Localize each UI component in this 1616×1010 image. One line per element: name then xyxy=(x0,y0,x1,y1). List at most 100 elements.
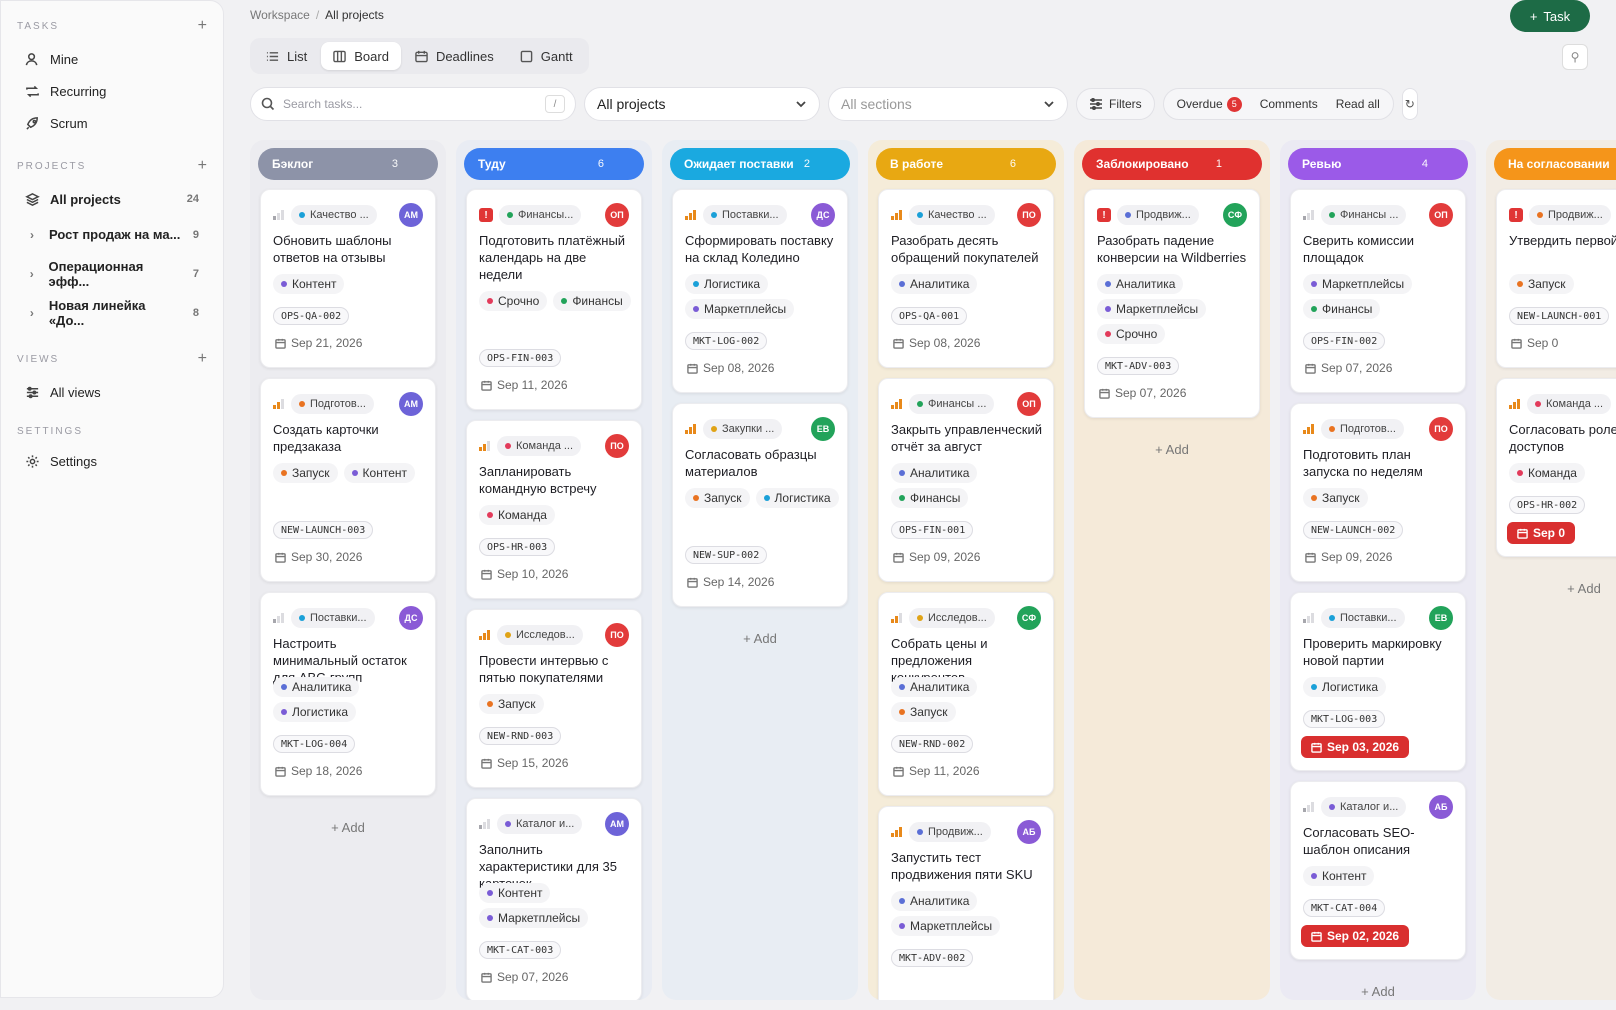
avatar[interactable]: ПО xyxy=(1429,417,1453,441)
avatar[interactable]: ЕВ xyxy=(811,417,835,441)
column-header[interactable]: На согласовании xyxy=(1494,148,1616,180)
task-card[interactable]: Финансы ... ОП Закрыть управленческий отчё… xyxy=(878,378,1054,582)
project-pill[interactable]: Финансы ... xyxy=(909,394,995,414)
sidebar-item-scrum[interactable]: Scrum xyxy=(17,107,207,139)
breadcrumb-workspace[interactable]: Workspace xyxy=(250,8,310,22)
sidebar-item-settings[interactable]: Settings xyxy=(17,445,207,477)
add-card-button[interactable]: + Add xyxy=(1280,984,1476,999)
project-pill[interactable]: Команда ... xyxy=(1527,394,1612,414)
project-pill[interactable]: Подготов... xyxy=(1321,419,1404,439)
column-header[interactable]: Туду 6 xyxy=(464,148,644,180)
project-pill[interactable]: Продвиж... xyxy=(1117,205,1199,225)
filters-button[interactable]: Filters xyxy=(1076,88,1155,120)
task-card[interactable]: ! Продвиж... Утвердить первой волны Запуск N… xyxy=(1496,189,1616,368)
sidebar-item-all-views[interactable]: All views xyxy=(17,376,207,408)
task-card[interactable]: Продвиж... АБ Запустить тест продвижения п… xyxy=(878,806,1054,1000)
avatar[interactable]: ДС xyxy=(399,606,423,630)
overdue-filter[interactable]: Overdue 5 xyxy=(1168,96,1251,112)
task-card[interactable]: Команда ... ПО Запланировать командную вст… xyxy=(466,420,642,599)
avatar[interactable]: АМ xyxy=(399,392,423,416)
task-card[interactable]: Каталог и... АБ Согласовать SEO-шаблон опи… xyxy=(1290,781,1466,960)
project-pill[interactable]: Поставки... xyxy=(703,205,787,225)
tag-list: Запуск xyxy=(479,694,633,714)
project-pill[interactable]: Поставки... xyxy=(1321,608,1405,628)
avatar[interactable]: ОП xyxy=(1429,203,1453,227)
column-header[interactable]: Бэклог 3 xyxy=(258,148,438,180)
project-pill[interactable]: Подготов... xyxy=(291,394,374,414)
avatar[interactable]: АБ xyxy=(1429,795,1453,819)
sidebar-item-project[interactable]: › Рост продаж на ма... 9 xyxy=(17,215,207,254)
task-card[interactable]: Качество ... ПО Разобрать десять обращений… xyxy=(878,189,1054,368)
add-card-button[interactable]: + Add xyxy=(1074,442,1270,457)
task-card[interactable]: Подготов... АМ Создать карточки предзаказа… xyxy=(260,378,436,582)
card-title: Сверить комиссии площадок xyxy=(1303,233,1414,265)
add-card-button[interactable]: + Add xyxy=(1486,581,1616,596)
search-input[interactable] xyxy=(283,97,537,111)
avatar[interactable]: ОП xyxy=(1017,392,1041,416)
task-card[interactable]: Команда ... Согласовать ролей и доступов К… xyxy=(1496,378,1616,557)
new-task-button[interactable]: + Task xyxy=(1510,0,1590,32)
add-project-icon[interactable]: + xyxy=(198,157,207,175)
sidebar-item-mine[interactable]: Mine xyxy=(17,43,207,75)
task-card[interactable]: Поставки... ДС Сформировать поставку на ск… xyxy=(672,189,848,393)
task-card[interactable]: Исследов... ПО Провести интервью с пятью п… xyxy=(466,609,642,788)
sidebar-item-recurring[interactable]: Recurring xyxy=(17,75,207,107)
sidebar-item-all-projects[interactable]: All projects 24 xyxy=(17,183,207,215)
avatar[interactable]: АМ xyxy=(605,812,629,836)
task-card[interactable]: Закупки ... ЕВ Согласовать образцы материа… xyxy=(672,403,848,607)
tab-board[interactable]: Board xyxy=(321,42,401,70)
task-card[interactable]: Исследов... СФ Собрать цены и предложения … xyxy=(878,592,1054,796)
project-pill[interactable]: Каталог и... xyxy=(1321,797,1407,817)
add-task-list-icon[interactable]: + xyxy=(198,17,207,35)
add-card-button[interactable]: + Add xyxy=(250,820,446,835)
column-header[interactable]: В работе 6 xyxy=(876,148,1056,180)
project-select[interactable]: All projects xyxy=(584,87,820,121)
task-card[interactable]: ! Продвиж... СФ Разобрать падение конверсии… xyxy=(1084,189,1260,418)
avatar[interactable]: ЕВ xyxy=(1429,606,1453,630)
task-card[interactable]: Финансы ... ОП Сверить комиссии площадок Ма… xyxy=(1290,189,1466,393)
project-pill[interactable]: Каталог и... xyxy=(497,814,583,834)
project-pill[interactable]: Исследов... xyxy=(909,608,995,628)
task-card[interactable]: Каталог и... АМ Заполнить характеристики д… xyxy=(466,798,642,1000)
avatar[interactable]: СФ xyxy=(1017,606,1041,630)
task-card[interactable]: Поставки... ДС Настроить минимальный остат… xyxy=(260,592,436,796)
sidebar-item-project[interactable]: › Новая линейка «До... 8 xyxy=(17,293,207,332)
read-all-button[interactable]: Read all xyxy=(1327,97,1389,111)
task-card[interactable]: Поставки... ЕВ Проверить маркировку новой … xyxy=(1290,592,1466,771)
project-pill[interactable]: Продвиж... xyxy=(1529,205,1611,225)
project-pill[interactable]: Качество ... xyxy=(909,205,995,225)
project-pill[interactable]: Финансы ... xyxy=(1321,205,1407,225)
avatar[interactable]: АМ xyxy=(399,203,423,227)
avatar[interactable]: ПО xyxy=(1017,203,1041,227)
task-card[interactable]: Качество ... АМ Обновить шаблоны ответов н… xyxy=(260,189,436,368)
section-select[interactable]: All sections xyxy=(828,87,1068,121)
column-header[interactable]: Ожидает поставки 2 xyxy=(670,148,850,180)
avatar[interactable]: ДС xyxy=(811,203,835,227)
project-pill[interactable]: Исследов... xyxy=(497,625,583,645)
tab-deadlines[interactable]: Deadlines xyxy=(403,42,506,70)
project-pill[interactable]: Качество ... xyxy=(291,205,377,225)
avatar[interactable]: ПО xyxy=(605,623,629,647)
avatar[interactable]: ОП xyxy=(605,203,629,227)
project-pill[interactable]: Продвиж... xyxy=(909,822,991,842)
task-card[interactable]: ! Финансы... ОП Подготовить платёжный кален… xyxy=(466,189,642,410)
calendar-icon xyxy=(275,552,286,563)
task-card[interactable]: Подготов... ПО Подготовить план запуска по… xyxy=(1290,403,1466,582)
project-pill[interactable]: Финансы... xyxy=(499,205,582,225)
refresh-icon[interactable]: ↻ xyxy=(1401,88,1418,120)
sidebar-item-project[interactable]: › Операционная эфф... 7 xyxy=(17,254,207,293)
project-pill[interactable]: Команда ... xyxy=(497,436,582,456)
project-pill[interactable]: Поставки... xyxy=(291,608,375,628)
column-header[interactable]: Ревью 4 xyxy=(1288,148,1468,180)
tab-list[interactable]: List xyxy=(254,42,319,70)
avatar[interactable]: АБ xyxy=(1017,820,1041,844)
avatar[interactable]: СФ xyxy=(1223,203,1247,227)
tab-gantt[interactable]: Gantt xyxy=(508,42,585,70)
avatar[interactable]: ПО xyxy=(605,434,629,458)
project-pill[interactable]: Закупки ... xyxy=(703,419,783,439)
add-card-button[interactable]: + Add xyxy=(662,631,858,646)
add-view-icon[interactable]: + xyxy=(198,350,207,368)
comments-filter[interactable]: Comments xyxy=(1251,97,1327,111)
pin-icon[interactable]: ⚲ xyxy=(1562,44,1588,70)
column-header[interactable]: Заблокировано 1 xyxy=(1082,148,1262,180)
